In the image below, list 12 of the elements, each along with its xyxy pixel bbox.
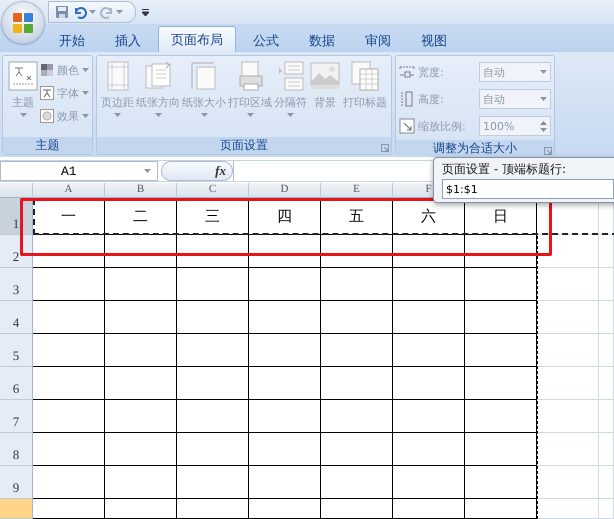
table-cell: 四 <box>249 198 321 235</box>
table-cell: 三 <box>177 198 249 235</box>
field-label: 宽度: <box>418 64 445 80</box>
field-label: 高度: <box>418 92 445 106</box>
table-cell: 五 <box>321 198 393 235</box>
table-cell: 一 <box>33 198 105 235</box>
group-label: 调整为合适大小 <box>433 140 517 157</box>
table-cell: 二 <box>105 198 177 235</box>
dialog-title: 页面设置 - 顶端标题行: <box>442 161 568 178</box>
group-label: 页面设置 <box>220 137 268 154</box>
group-label: 主题 <box>36 137 60 154</box>
field-label: 缩放比例: <box>418 118 467 134</box>
